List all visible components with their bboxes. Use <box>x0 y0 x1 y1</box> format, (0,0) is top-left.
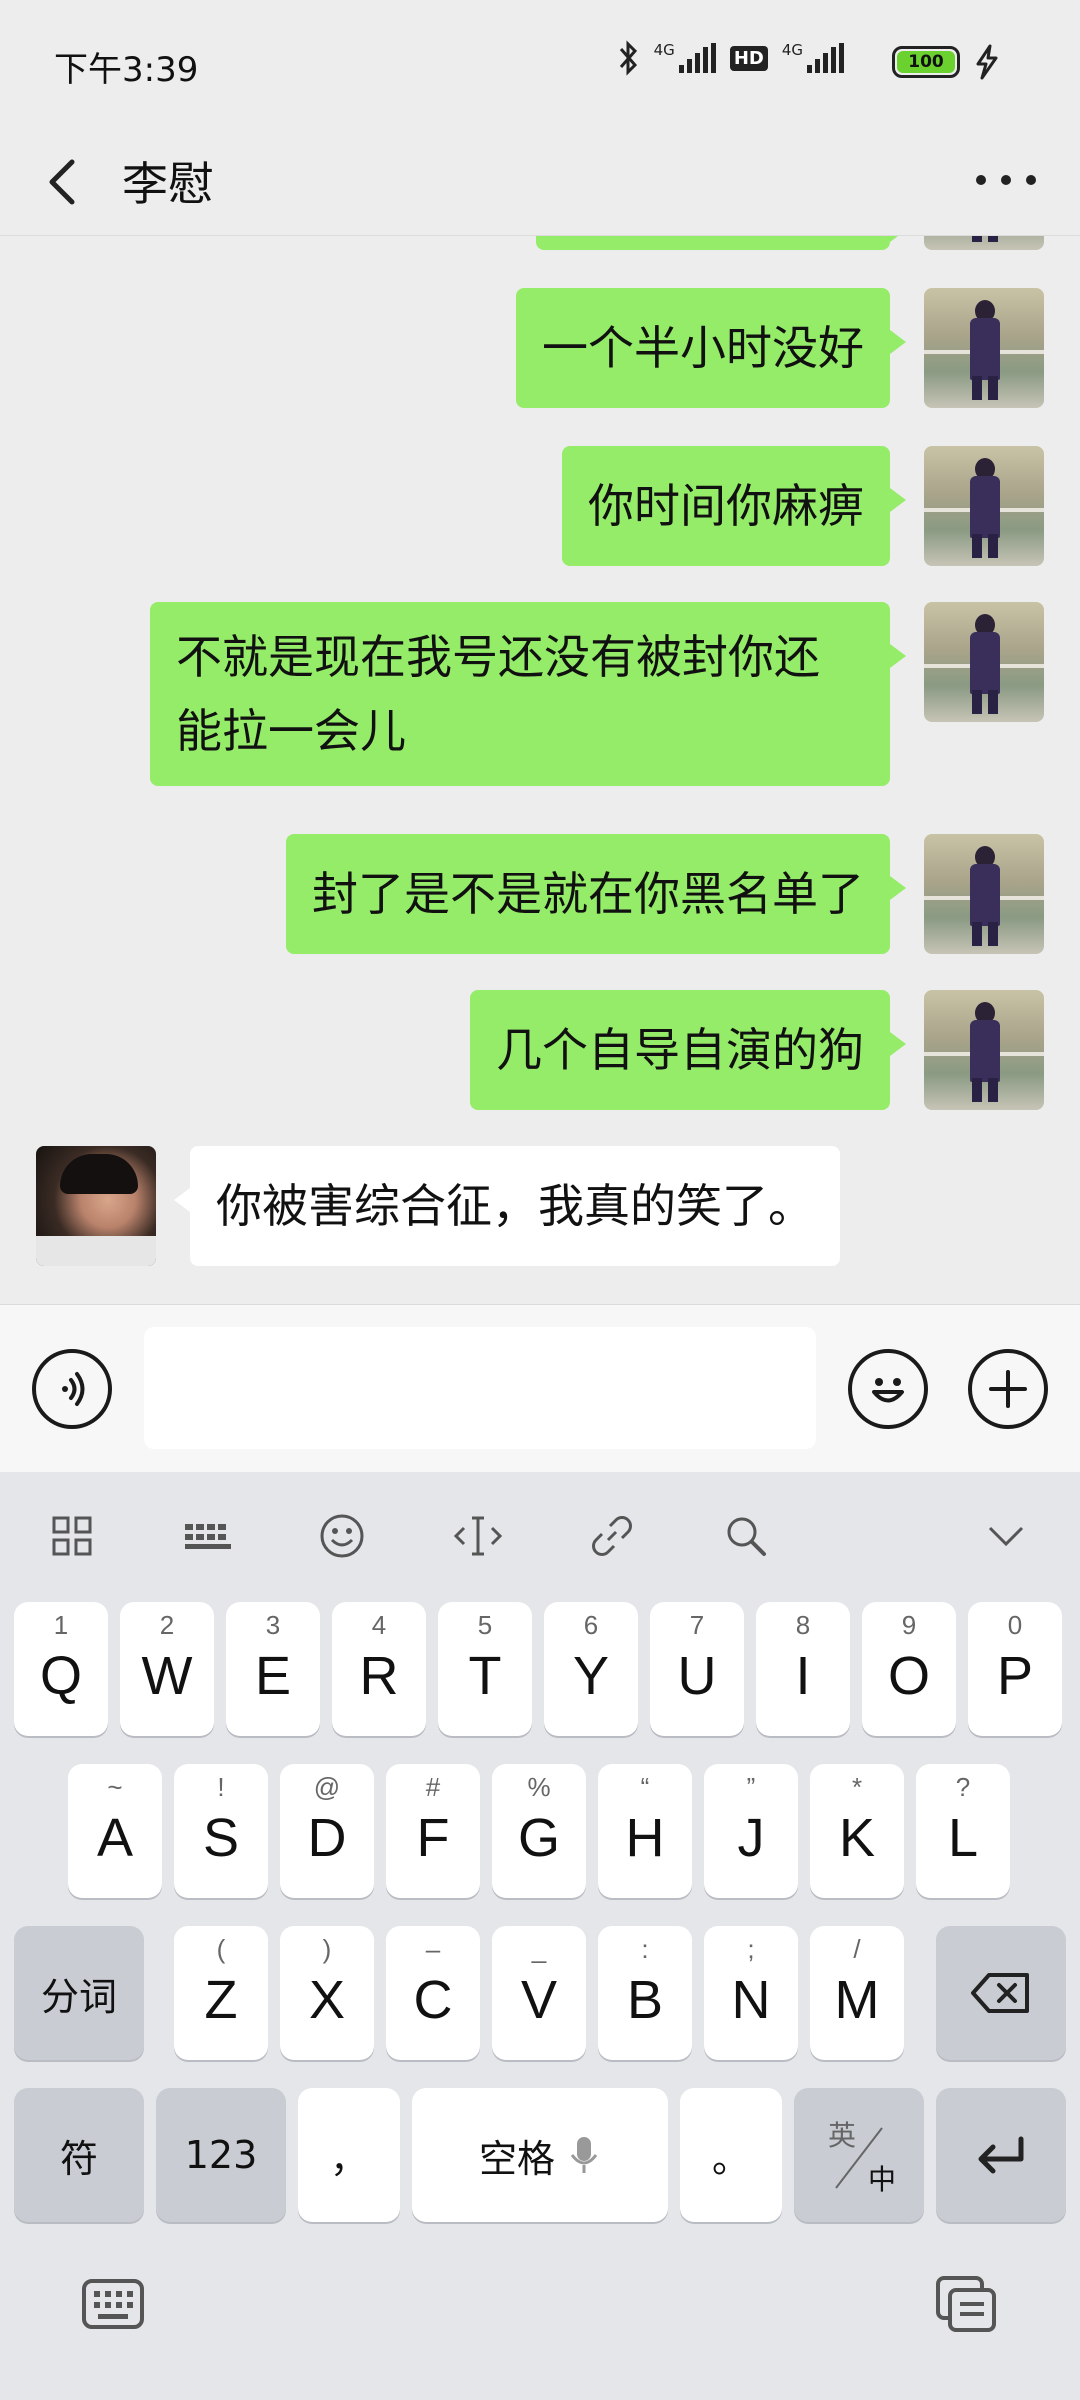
numbers-key[interactable]: 123 <box>156 2088 286 2222</box>
status-icons: 4G HD 4G <box>616 40 844 76</box>
keyboard: 1Q 2W 3E 4R 5T 6Y 7U 8I 9O 0P ~ A ! S @ D #… <box>0 1472 1080 2400</box>
my-avatar[interactable] <box>924 990 1044 1110</box>
emoji-keyboard-icon[interactable] <box>310 1504 374 1568</box>
contact-avatar[interactable] <box>36 1146 156 1266</box>
smiley-icon <box>872 1378 904 1403</box>
chat-header: 李慰 <box>0 124 1080 236</box>
period-key[interactable]: 。 <box>680 2088 782 2222</box>
key-v[interactable]: _ V <box>492 1926 586 2060</box>
voice-icon <box>62 1372 85 1406</box>
slash-divider <box>835 2127 883 2189</box>
key-z[interactable]: (Z <box>174 1926 268 2060</box>
clipboard-icon[interactable] <box>932 2272 1002 2336</box>
keyboard-switch-icon[interactable] <box>78 2272 148 2336</box>
lang-label-zh: 中 <box>868 2163 897 2196</box>
key-i[interactable]: 8I <box>756 1602 850 1736</box>
key-a[interactable]: ~ A <box>68 1764 162 1898</box>
key-f[interactable]: # F <box>386 1764 480 1898</box>
key-n[interactable]: ; N <box>704 1926 798 2060</box>
message-input[interactable] <box>144 1327 816 1449</box>
key-m[interactable]: / M <box>810 1926 904 2060</box>
key-w[interactable]: 2W <box>120 1602 214 1736</box>
signal-icon: 4G <box>654 43 716 73</box>
message-list[interactable]: 一个半小时没好 你时间你麻痹 不就是现在我号还没有被封你还 能拉一会儿 封了是不… <box>0 236 1080 1304</box>
key-y[interactable]: 6Y <box>544 1602 638 1736</box>
network-type-label: 4G <box>653 41 675 59</box>
key-o[interactable]: 9O <box>862 1602 956 1736</box>
emoji-button[interactable] <box>848 1349 928 1429</box>
my-avatar[interactable] <box>924 834 1044 954</box>
message-bubble[interactable]: 几个自导自演的狗 <box>470 990 906 1110</box>
key-k[interactable]: * K <box>810 1764 904 1898</box>
plus-icon <box>989 1370 1027 1408</box>
key-r[interactable]: 4R <box>332 1602 426 1736</box>
bluetooth-icon <box>616 40 640 76</box>
comma-key[interactable]: ， <box>298 2088 400 2222</box>
language-switch-key[interactable]: 英 中 <box>794 2088 924 2222</box>
back-button[interactable] <box>38 142 98 218</box>
keyboard-layout-icon[interactable] <box>176 1504 240 1568</box>
my-avatar[interactable] <box>924 446 1044 566</box>
backspace-key[interactable] <box>936 1926 1066 2060</box>
cursor-icon[interactable] <box>446 1504 510 1568</box>
key-q[interactable]: 1Q <box>14 1602 108 1736</box>
link-icon[interactable] <box>580 1504 644 1568</box>
status-bar: 下午3:39 4G HD 4G 100 <box>0 0 1080 124</box>
message-bubble[interactable]: 你时间你麻痹 <box>562 446 906 566</box>
symbols-key[interactable]: 符 <box>14 2088 144 2222</box>
return-icon <box>978 2136 1024 2174</box>
status-time: 下午3:39 <box>54 50 199 90</box>
battery-level: 100 <box>897 51 955 73</box>
chat-title: 李慰 <box>122 157 214 211</box>
battery-icon: 100 <box>892 46 960 78</box>
more-options-button[interactable] <box>966 150 1046 210</box>
network-type-label-2: 4G <box>781 41 803 59</box>
backspace-icon <box>971 1973 1029 2013</box>
message-bubble[interactable]: 封了是不是就在你黑名单了 <box>286 834 906 954</box>
my-avatar[interactable] <box>924 602 1044 722</box>
enter-key[interactable] <box>936 2088 1066 2222</box>
hd-badge: HD <box>729 45 768 71</box>
chevron-down-icon[interactable] <box>974 1504 1038 1568</box>
microphone-icon <box>570 2137 598 2173</box>
chevron-left-icon <box>49 159 75 205</box>
message-bubble-partial[interactable] <box>536 236 906 250</box>
more-functions-button[interactable] <box>968 1349 1048 1429</box>
key-s[interactable]: ! S <box>174 1764 268 1898</box>
my-avatar[interactable] <box>924 236 1044 250</box>
charging-icon <box>972 44 1002 84</box>
signal-icon-2: 4G <box>782 43 844 73</box>
more-dot-icon <box>976 175 986 185</box>
key-l[interactable]: ? L <box>916 1764 1010 1898</box>
key-u[interactable]: 7U <box>650 1602 744 1736</box>
key-b[interactable]: :B <box>598 1926 692 2060</box>
key-p[interactable]: 0P <box>968 1602 1062 1736</box>
message-bubble-incoming[interactable]: 你被害综合征，我真的笑了。 <box>174 1146 840 1266</box>
key-h[interactable]: “H <box>598 1764 692 1898</box>
grid-icon[interactable] <box>40 1504 104 1568</box>
message-bubble[interactable]: 不就是现在我号还没有被封你还 能拉一会儿 <box>150 602 906 786</box>
keyboard-toolbar <box>0 1472 1080 1600</box>
key-j[interactable]: ” J <box>704 1764 798 1898</box>
voice-input-button[interactable] <box>32 1349 112 1429</box>
key-t[interactable]: 5T <box>438 1602 532 1736</box>
key-x[interactable]: ) X <box>280 1926 374 2060</box>
space-key[interactable]: 空格 <box>412 2088 668 2222</box>
my-avatar[interactable] <box>924 288 1044 408</box>
message-bubble[interactable]: 一个半小时没好 <box>516 288 906 408</box>
space-label: 空格 <box>478 2136 555 2181</box>
key-d[interactable]: @ D <box>280 1764 374 1898</box>
key-e[interactable]: 3E <box>226 1602 320 1736</box>
search-icon[interactable] <box>714 1504 778 1568</box>
input-bar <box>0 1304 1080 1472</box>
segment-key[interactable]: 分词 <box>14 1926 144 2060</box>
key-g[interactable]: % G <box>492 1764 586 1898</box>
key-c[interactable]: – C <box>386 1926 480 2060</box>
